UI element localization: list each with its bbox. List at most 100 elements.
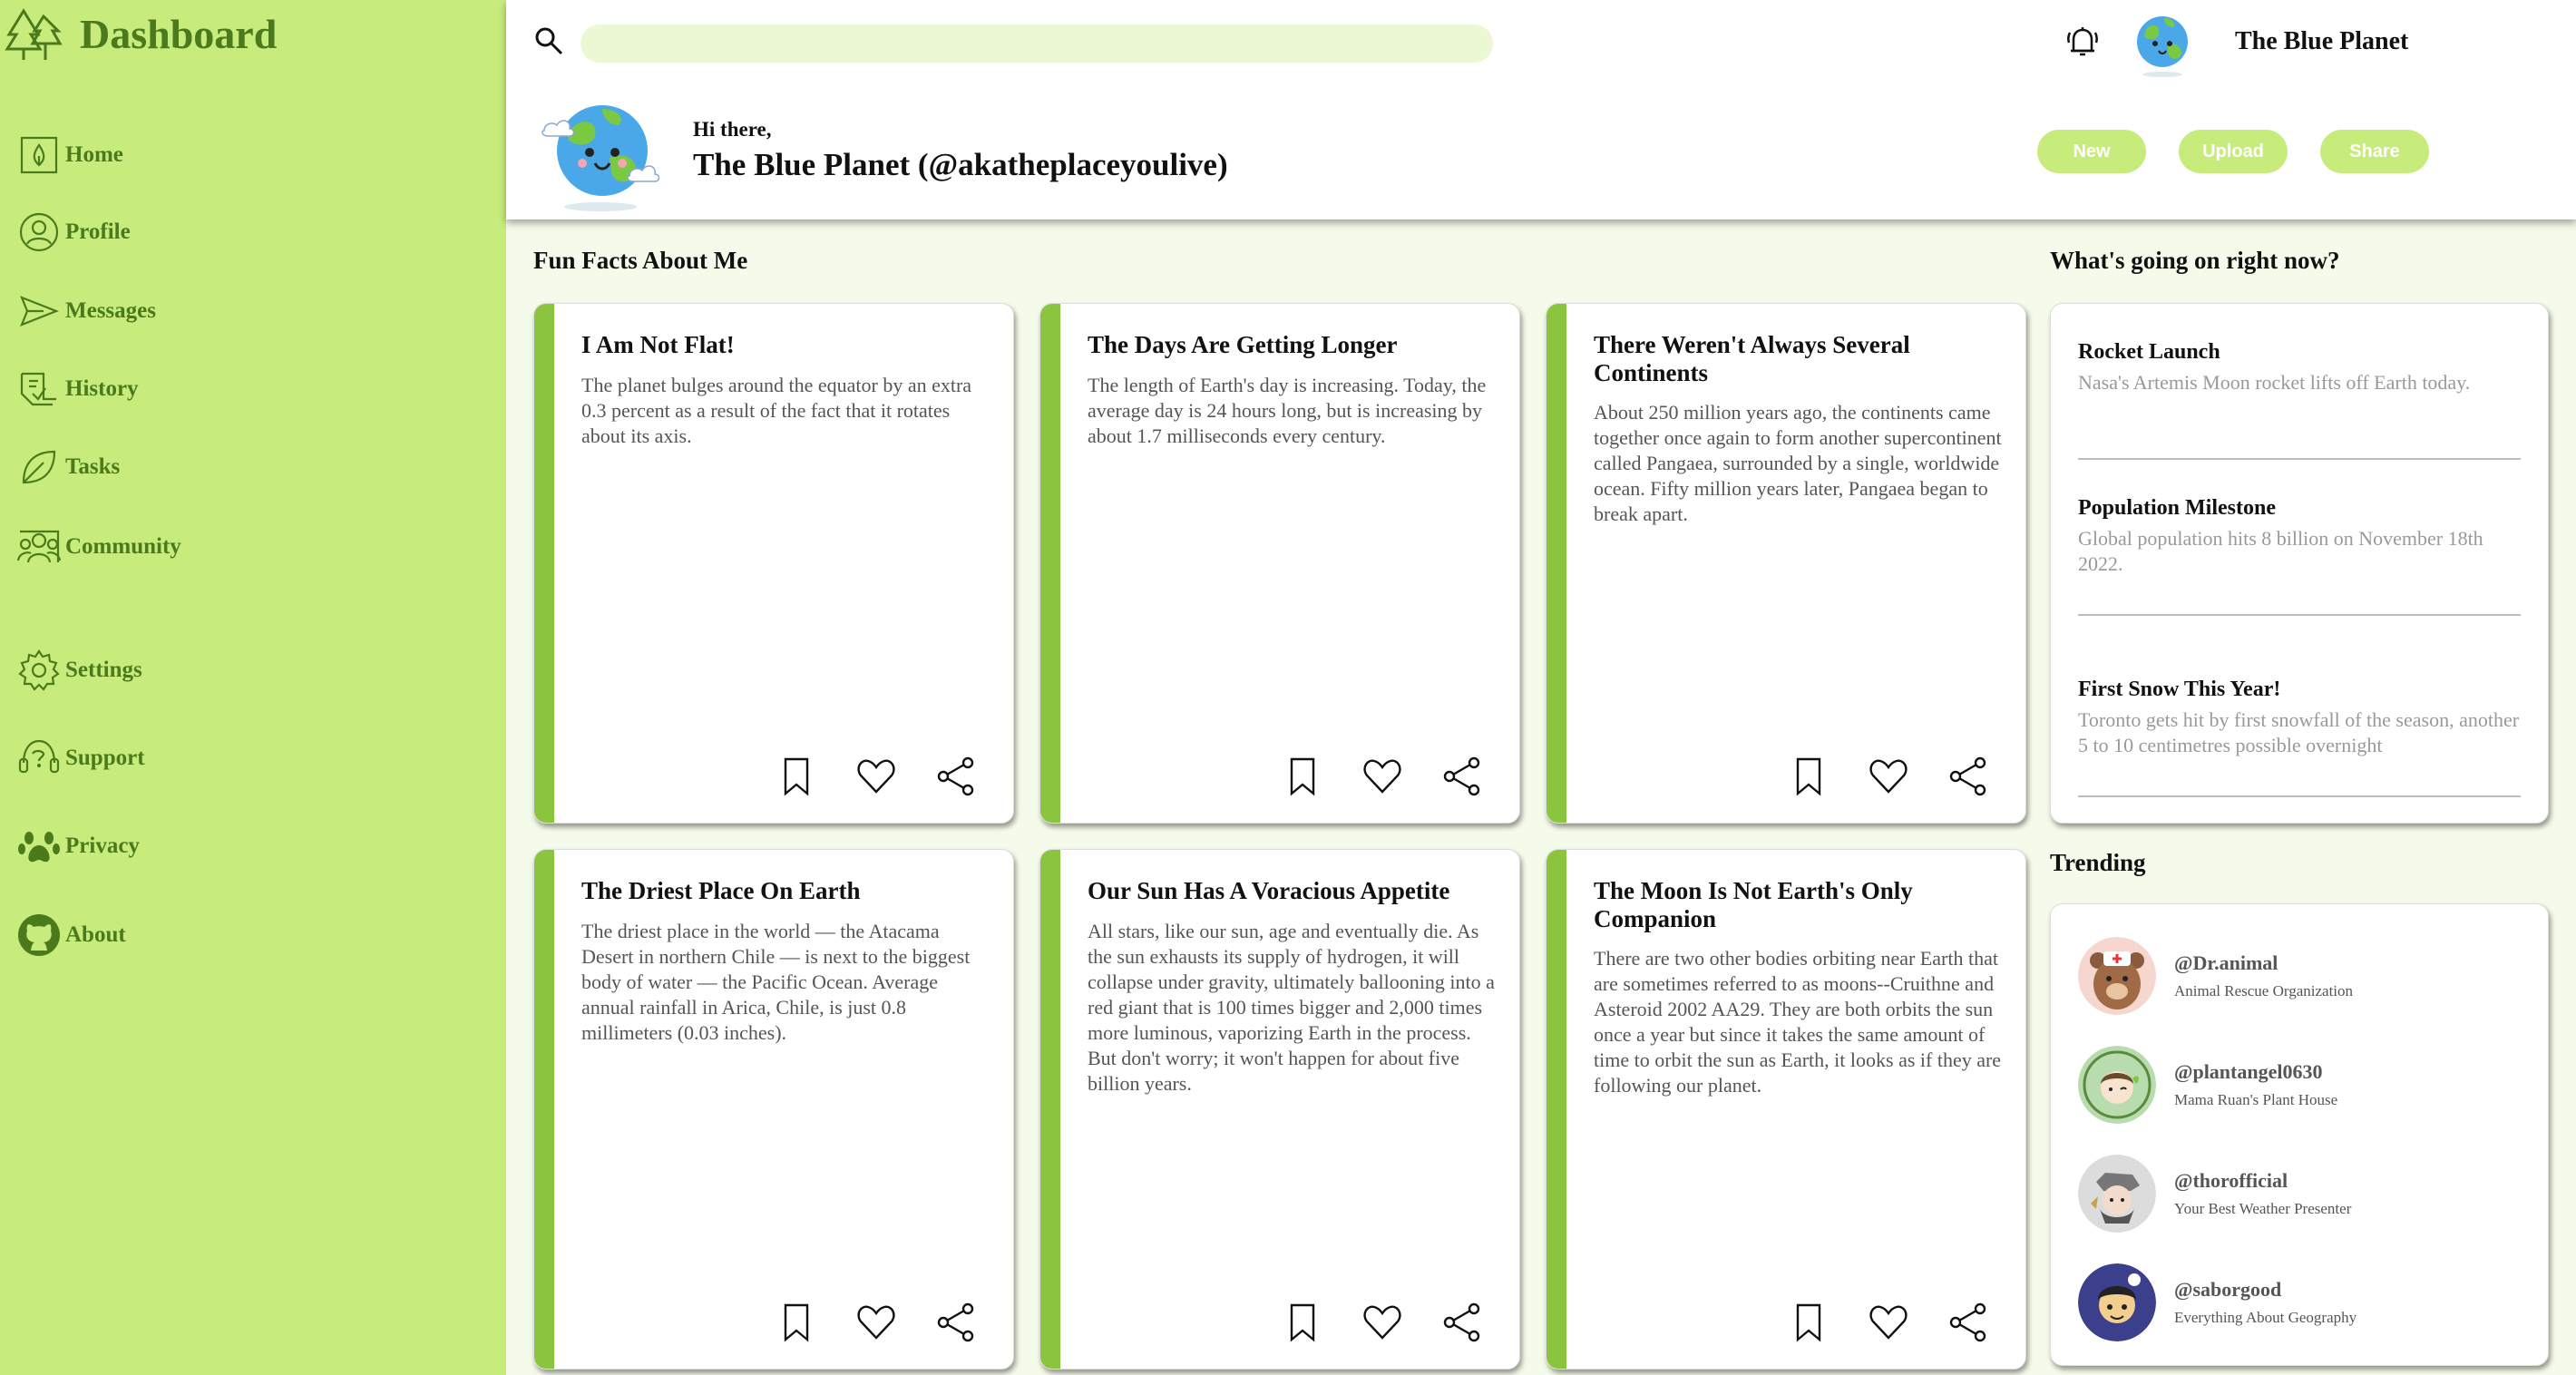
- card-actions: [1282, 1302, 1483, 1343]
- bell-icon[interactable]: [2064, 24, 2101, 60]
- fact-card-title: There Weren't Always Several Continents: [1594, 331, 1910, 386]
- trending-title: Trending: [2050, 849, 2146, 876]
- news-panel: Rocket Launch Nasa's Artemis Moon rocket…: [2050, 303, 2549, 824]
- sidebar-item-label: Settings: [65, 658, 142, 682]
- github-icon: [18, 914, 60, 956]
- news-item[interactable]: First Snow This Year! Toronto gets hit b…: [2078, 678, 2521, 797]
- share-icon[interactable]: [935, 756, 977, 797]
- trending-item[interactable]: @saborgood Everything About Geography: [2078, 1263, 2356, 1341]
- messages-icon: [20, 296, 59, 327]
- heart-icon[interactable]: [1868, 756, 1909, 797]
- trending-subtitle: Mama Ruan's Plant House: [2174, 1091, 2338, 1108]
- sidebar-item-profile[interactable]: Profile: [16, 210, 131, 255]
- trending-handle: @plantangel0630: [2174, 1060, 2323, 1083]
- card-accent-bar: [1547, 304, 1566, 823]
- sidebar: Dashboard Home Profile Messages History …: [0, 0, 506, 1375]
- avatar: [2078, 937, 2156, 1015]
- profile-icon: [19, 212, 59, 252]
- bookmark-icon[interactable]: [1282, 756, 1323, 797]
- header-user-name[interactable]: The Blue Planet: [2235, 27, 2408, 56]
- top-header: The Blue Planet Hi there, The Blue Plane…: [506, 0, 2576, 219]
- search-input[interactable]: [581, 24, 1493, 63]
- trending-item[interactable]: @plantangel0630 Mama Ruan's Plant House: [2078, 1046, 2337, 1124]
- search-icon[interactable]: [533, 25, 564, 56]
- fact-card: I Am Not Flat! The planet bulges around …: [533, 303, 1014, 824]
- news-item-text: Global population hits 8 billion on Nove…: [2078, 527, 2483, 575]
- share-icon[interactable]: [1947, 756, 1989, 797]
- sidebar-item-label: History: [65, 376, 139, 401]
- upload-button[interactable]: Upload: [2179, 130, 2288, 173]
- share-button[interactable]: Share: [2320, 130, 2429, 173]
- logo[interactable]: Dashboard: [4, 4, 277, 63]
- sidebar-item-history[interactable]: History: [16, 366, 139, 412]
- fact-card-title: Our Sun Has A Voracious Appetite: [1088, 877, 1450, 904]
- history-icon: [20, 372, 56, 406]
- heart-icon[interactable]: [1361, 756, 1403, 797]
- sidebar-item-privacy[interactable]: Privacy: [16, 824, 140, 869]
- news-item-text: Toronto gets hit by first snowfall of th…: [2078, 708, 2520, 756]
- news-title: What's going on right now?: [2050, 247, 2340, 274]
- sidebar-item-support[interactable]: Support: [16, 736, 145, 781]
- fact-card: The Driest Place On Earth The driest pla…: [533, 849, 1014, 1370]
- community-icon: [16, 530, 62, 563]
- fact-card-title: The Moon Is Not Earth's Only Companion: [1594, 877, 1913, 932]
- fun-facts-title: Fun Facts About Me: [533, 247, 748, 274]
- sidebar-item-settings[interactable]: Settings: [16, 648, 142, 693]
- trending-item[interactable]: @thorofficial Your Best Weather Presente…: [2078, 1155, 2351, 1233]
- heart-icon[interactable]: [1868, 1302, 1909, 1343]
- share-icon[interactable]: [1441, 756, 1483, 797]
- profile-avatar: [542, 105, 660, 211]
- news-item-title: Population Milestone: [2078, 496, 2277, 520]
- sidebar-item-messages[interactable]: Messages: [16, 288, 156, 334]
- news-item[interactable]: Rocket Launch Nasa's Artemis Moon rocket…: [2078, 340, 2521, 460]
- news-item[interactable]: Population Milestone Global population h…: [2078, 496, 2521, 616]
- sidebar-item-home[interactable]: Home: [16, 132, 123, 178]
- card-accent-bar: [534, 850, 554, 1369]
- trending-subtitle: Animal Rescue Organization: [2174, 982, 2354, 1000]
- news-item-title: Rocket Launch: [2078, 340, 2220, 364]
- sidebar-item-label: Support: [65, 746, 145, 770]
- sidebar-item-tasks[interactable]: Tasks: [16, 444, 120, 490]
- trending-handle: @saborgood: [2174, 1278, 2282, 1301]
- fact-card-title: I Am Not Flat!: [581, 331, 735, 358]
- trees-icon: [5, 8, 63, 60]
- sidebar-item-label: Community: [65, 534, 181, 559]
- new-button[interactable]: New: [2037, 130, 2146, 173]
- bookmark-icon[interactable]: [776, 1302, 817, 1343]
- trending-subtitle: Everything About Geography: [2174, 1309, 2357, 1326]
- share-icon[interactable]: [1947, 1302, 1989, 1343]
- heart-icon[interactable]: [1361, 1302, 1403, 1343]
- card-accent-bar: [1040, 304, 1060, 823]
- card-actions: [776, 756, 977, 797]
- sidebar-item-community[interactable]: Community: [16, 524, 181, 570]
- fact-card-text: About 250 million years ago, the contine…: [1594, 401, 2002, 525]
- heart-icon[interactable]: [855, 756, 897, 797]
- share-icon[interactable]: [935, 1302, 977, 1343]
- heart-icon[interactable]: [855, 1302, 897, 1343]
- trending-panel: @Dr.animal Animal Rescue Organization @p…: [2050, 903, 2549, 1366]
- fact-card-text: All stars, like our sun, age and eventua…: [1088, 920, 1495, 1095]
- avatar[interactable]: [2128, 9, 2197, 78]
- card-accent-bar: [534, 304, 554, 823]
- avatar: [2078, 1155, 2156, 1233]
- bookmark-icon[interactable]: [1282, 1302, 1323, 1343]
- card-accent-bar: [1040, 850, 1060, 1369]
- bookmark-icon[interactable]: [776, 756, 817, 797]
- card-actions: [776, 1302, 977, 1343]
- fact-card: There Weren't Always Several Continents …: [1546, 303, 2026, 824]
- fact-card-title: The Days Are Getting Longer: [1088, 331, 1398, 358]
- bookmark-icon[interactable]: [1788, 756, 1830, 797]
- sidebar-item-label: About: [65, 922, 126, 947]
- bookmark-icon[interactable]: [1788, 1302, 1830, 1343]
- fact-card-text: The length of Earth's day is increasing.…: [1088, 374, 1487, 447]
- settings-icon: [18, 649, 60, 691]
- sidebar-item-about[interactable]: About: [16, 912, 126, 958]
- fact-card-title: The Driest Place On Earth: [581, 877, 861, 904]
- card-actions: [1788, 1302, 1989, 1343]
- privacy-icon: [18, 832, 60, 863]
- trending-item[interactable]: @Dr.animal Animal Rescue Organization: [2078, 937, 2353, 1015]
- share-icon[interactable]: [1441, 1302, 1483, 1343]
- avatar: [2078, 1263, 2156, 1341]
- card-actions: [1788, 756, 1989, 797]
- card-actions: [1282, 756, 1483, 797]
